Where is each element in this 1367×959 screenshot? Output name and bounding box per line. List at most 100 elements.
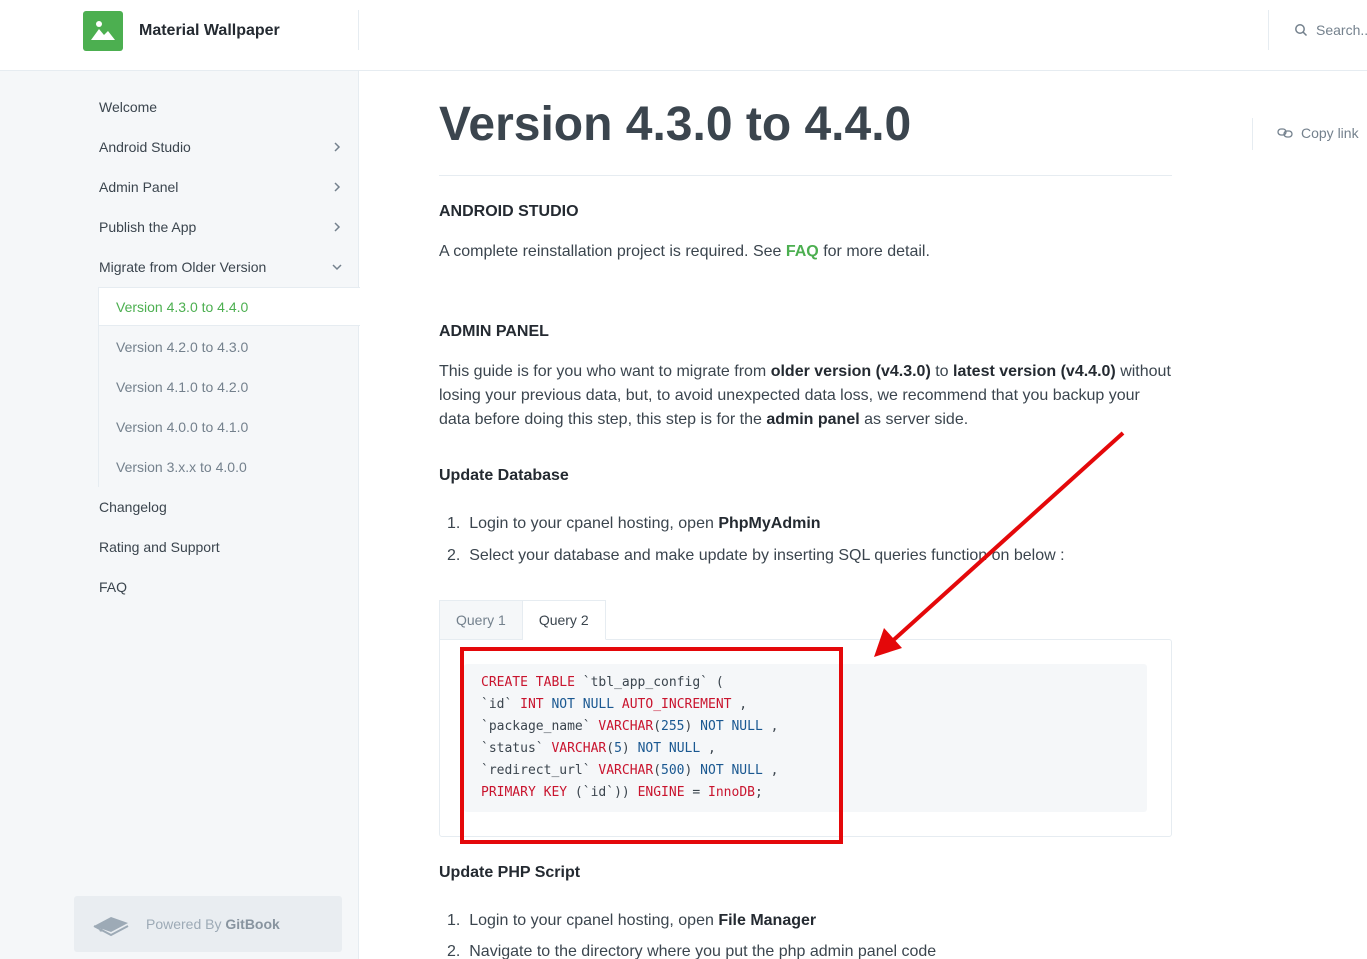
powered-label: Powered By GitBook: [146, 916, 280, 932]
sql-keyword: AUTO_INCREMENT: [621, 697, 732, 712]
code-panel: CREATE TABLE `tbl_app_config` ( `id` INT…: [439, 639, 1172, 837]
faq-link[interactable]: FAQ: [786, 243, 819, 260]
sql-keyword: NULL: [731, 763, 763, 778]
sidebar-subitem-3-x-to-4-0[interactable]: Version 3.x.x to 4.0.0: [116, 456, 247, 478]
site-logo[interactable]: [83, 11, 123, 51]
sql-keyword: NOT: [551, 697, 575, 712]
powered-prefix: Powered By: [146, 916, 226, 932]
android-text: for more detail.: [818, 243, 930, 260]
sql-keyword: KEY: [543, 785, 568, 800]
sidebar: Welcome Android Studio Admin Panel Publi…: [0, 71, 360, 959]
sidebar-item-migrate[interactable]: Migrate from Older Version: [99, 256, 344, 278]
header-divider: [1268, 10, 1269, 50]
sidebar-item-label: Android Studio: [99, 139, 191, 155]
admin-bold: latest version (v4.4.0): [953, 363, 1116, 380]
list-text: Navigate to the directory where you put …: [469, 943, 937, 959]
admin-bold: admin panel: [766, 411, 860, 428]
page-title: Version 4.3.0 to 4.4.0: [439, 98, 912, 151]
sql-code-block[interactable]: CREATE TABLE `tbl_app_config` ( `id` INT…: [464, 664, 1147, 812]
tab-query-1[interactable]: Query 1: [439, 600, 523, 640]
sql-keyword: NOT: [637, 741, 662, 756]
list-number: 1.: [447, 515, 461, 532]
sql-number: 5: [614, 741, 622, 756]
heading-update-php: Update PHP Script: [439, 864, 581, 881]
sidebar-item-label: Rating and Support: [99, 539, 220, 555]
sql-number: 500: [661, 763, 685, 778]
sql-keyword: VARCHAR: [551, 741, 607, 756]
sql-keyword: VARCHAR: [598, 763, 654, 778]
sql-keyword: NULL: [731, 719, 763, 734]
list-number: 2.: [447, 943, 461, 959]
sidebar-subitem-4-3-to-4-4[interactable]: Version 4.3.0 to 4.4.0: [116, 296, 248, 318]
sidebar-item-publish[interactable]: Publish the App: [99, 216, 344, 238]
top-header: Material Wallpaper Search...: [0, 0, 1367, 71]
sidebar-item-faq[interactable]: FAQ: [99, 576, 344, 598]
list-text: Login to your cpanel hosting, open: [469, 912, 719, 929]
code-line: `status` VARCHAR(5) NOT NULL ,: [481, 741, 716, 756]
sidebar-item-label: Welcome: [99, 99, 158, 115]
query-tabs: Query 1 Query 2: [439, 600, 606, 640]
chevron-down-icon[interactable]: [330, 260, 344, 274]
sidebar-item-label: Changelog: [99, 499, 167, 515]
copy-divider: [1252, 118, 1253, 150]
sql-number: 255: [661, 719, 685, 734]
sql-keyword: NULL: [668, 741, 701, 756]
list-item: 1. Login to your cpanel hosting, open Fi…: [447, 912, 816, 930]
sidebar-item-label: FAQ: [99, 579, 128, 595]
admin-paragraph: This guide is for you who want to migrat…: [439, 360, 1172, 432]
chevron-right-icon[interactable]: [330, 180, 344, 194]
sidebar-subitem-4-2-to-4-3[interactable]: Version 4.2.0 to 4.3.0: [116, 336, 248, 358]
code-line: PRIMARY KEY (`id`)) ENGINE = InnoDB;: [481, 785, 763, 800]
list-item: 2. Navigate to the directory where you p…: [447, 943, 936, 959]
sql-keyword: NULL: [582, 697, 615, 712]
sql-keyword: InnoDB: [708, 785, 755, 800]
sidebar-subitem-4-1-to-4-2[interactable]: Version 4.1.0 to 4.2.0: [116, 376, 248, 398]
sidebar-item-changelog[interactable]: Changelog: [99, 496, 344, 518]
sidebar-subitem-4-0-to-4-1[interactable]: Version 4.0.0 to 4.1.0: [116, 416, 248, 438]
search-input[interactable]: Search...: [1294, 22, 1367, 38]
title-divider: [439, 175, 1172, 176]
image-icon: [91, 21, 115, 40]
tab-query-2[interactable]: Query 2: [522, 600, 606, 640]
sql-keyword: ENGINE: [637, 785, 685, 800]
sql-keyword: PRIMARY: [481, 785, 536, 800]
heading-admin-panel: ADMIN PANEL: [439, 323, 549, 340]
sql-keyword: VARCHAR: [598, 719, 654, 734]
admin-text: This guide is for you who want to migrat…: [439, 363, 771, 380]
sidebar-item-rating[interactable]: Rating and Support: [99, 536, 344, 558]
sidebar-item-android-studio[interactable]: Android Studio: [99, 136, 344, 158]
search-placeholder: Search...: [1316, 22, 1367, 38]
copy-link-button[interactable]: Copy link: [1277, 125, 1359, 141]
powered-brand: GitBook: [225, 916, 280, 932]
chevron-right-icon[interactable]: [330, 140, 344, 154]
sidebar-item-label: Admin Panel: [99, 179, 179, 195]
code-line: CREATE TABLE `tbl_app_config` (: [481, 675, 724, 690]
list-bold: File Manager: [718, 912, 817, 929]
site-title[interactable]: Material Wallpaper: [139, 22, 280, 40]
search-icon: [1295, 24, 1308, 37]
code-line: `id` INT NOT NULL AUTO_INCREMENT ,: [481, 697, 748, 712]
list-text: Login to your cpanel hosting, open: [469, 515, 719, 532]
android-paragraph: A complete reinstallation project is req…: [439, 240, 1172, 264]
sql-keyword: INT: [520, 697, 544, 712]
link-icon: [1277, 128, 1293, 138]
chevron-right-icon[interactable]: [330, 220, 344, 234]
sql-keyword: TABLE: [535, 675, 575, 690]
code-line: `package_name` VARCHAR(255) NOT NULL ,: [481, 719, 779, 734]
list-number: 1.: [447, 912, 461, 929]
list-item: 2. Select your database and make update …: [447, 547, 1065, 565]
powered-by-gitbook[interactable]: Powered By GitBook: [74, 896, 342, 952]
android-text: A complete reinstallation project is req…: [439, 243, 786, 260]
sidebar-item-label: Publish the App: [99, 219, 197, 235]
admin-bold: older version (v4.3.0): [770, 363, 931, 380]
sql-keyword: NOT: [700, 763, 724, 778]
heading-update-database: Update Database: [439, 467, 569, 484]
sidebar-item-label: Migrate from Older Version: [99, 259, 267, 275]
sidebar-item-admin-panel[interactable]: Admin Panel: [99, 176, 344, 198]
list-item: 1. Login to your cpanel hosting, open Ph…: [447, 515, 821, 533]
sidebar-item-welcome[interactable]: Welcome: [99, 96, 344, 118]
header-divider: [358, 10, 359, 50]
code-line: `redirect_url` VARCHAR(500) NOT NULL ,: [481, 763, 779, 778]
sql-keyword: NOT: [700, 719, 724, 734]
list-bold: PhpMyAdmin: [718, 515, 821, 532]
